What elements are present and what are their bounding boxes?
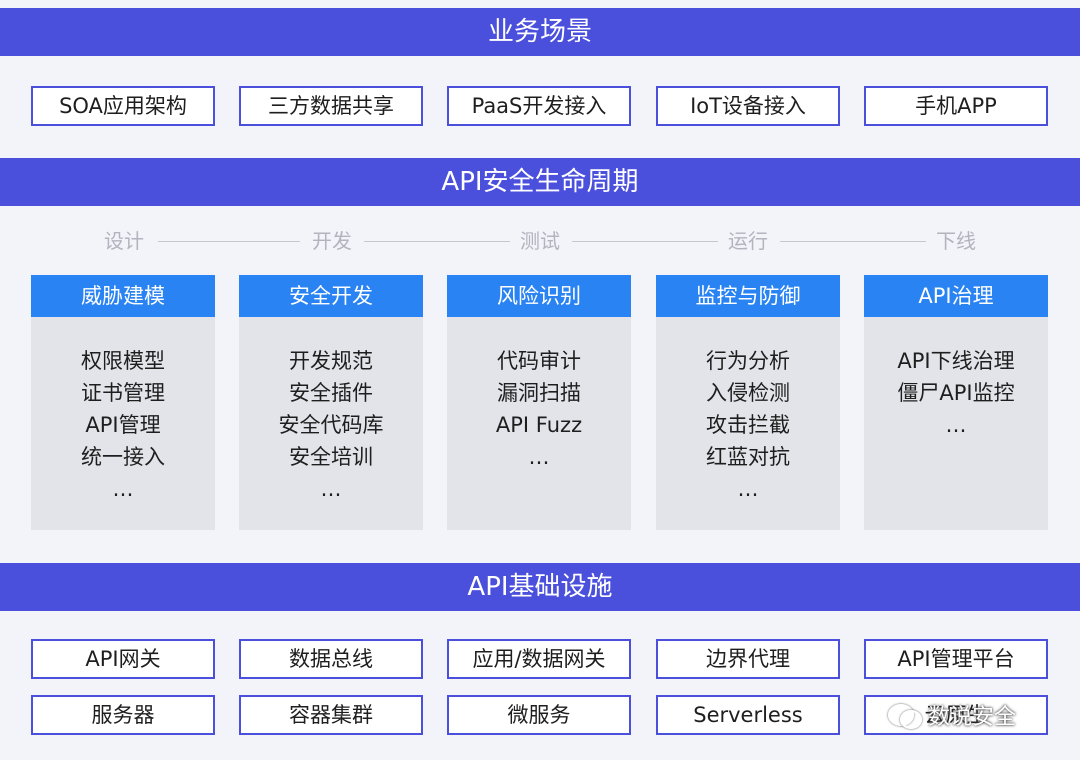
- business-scenario-box: IoT设备接入: [656, 86, 840, 126]
- column-item: 开发规范: [289, 349, 373, 373]
- stage-label: 测试: [520, 229, 560, 253]
- column-item: API下线治理: [897, 349, 1015, 373]
- column-item: 证书管理: [81, 381, 165, 405]
- stage-label: 设计: [104, 229, 144, 253]
- infrastructure-box: 容器集群: [239, 695, 423, 735]
- column-item: 僵尸API监控: [897, 381, 1015, 405]
- column-item: 漏洞扫描: [497, 381, 581, 405]
- stage-connector: [572, 241, 718, 242]
- watermark-text: 数说安全: [928, 705, 1017, 730]
- column-item: 代码审计: [497, 349, 581, 373]
- column-item: …: [320, 477, 342, 501]
- lifecycle-stage-timeline: 设计 开发 测试 运行 下线: [0, 226, 1080, 256]
- column-header: 威胁建模: [31, 275, 215, 317]
- lifecycle-column: 监控与防御 行为分析 入侵检测 攻击拦截 红蓝对抗 …: [656, 275, 840, 530]
- column-header: 安全开发: [239, 275, 423, 317]
- stage-label: 下线: [936, 229, 976, 253]
- column-item: 统一接入: [81, 445, 165, 469]
- business-scenario-box: SOA应用架构: [31, 86, 215, 126]
- infrastructure-box: 微服务: [447, 695, 631, 735]
- infrastructure-box: 数据总线: [239, 639, 423, 679]
- stage-label: 运行: [728, 229, 768, 253]
- stage-label: 开发: [312, 229, 352, 253]
- infrastructure-box: Serverless: [656, 695, 840, 735]
- lifecycle-column: 风险识别 代码审计 漏洞扫描 API Fuzz …: [447, 275, 631, 530]
- wechat-icon: [888, 702, 922, 729]
- business-scenario-box: PaaS开发接入: [447, 86, 631, 126]
- column-item: 权限模型: [81, 349, 165, 373]
- infrastructure-box: 边界代理: [656, 639, 840, 679]
- column-item: 入侵检测: [706, 381, 790, 405]
- column-item: 安全培训: [289, 445, 373, 469]
- column-header: 风险识别: [447, 275, 631, 317]
- infrastructure-box: API网关: [31, 639, 215, 679]
- column-item: 攻击拦截: [706, 413, 790, 437]
- business-scenario-box: 手机APP: [864, 86, 1048, 126]
- column-item: 红蓝对抗: [706, 445, 790, 469]
- column-header: 监控与防御: [656, 275, 840, 317]
- stage-connector: [158, 241, 300, 242]
- stage-connector: [780, 241, 926, 242]
- column-item: …: [112, 477, 134, 501]
- infrastructure-box: 服务器: [31, 695, 215, 735]
- column-item: …: [945, 413, 967, 437]
- column-item: …: [528, 445, 550, 469]
- stage-connector: [364, 241, 510, 242]
- infrastructure-box: 应用/数据网关: [447, 639, 631, 679]
- column-item: 行为分析: [706, 349, 790, 373]
- column-item: API管理: [85, 413, 161, 437]
- watermark: 数说安全: [888, 695, 1016, 735]
- column-item: …: [737, 477, 759, 501]
- lifecycle-column: API治理 API下线治理 僵尸API监控 …: [864, 275, 1048, 530]
- column-header: API治理: [864, 275, 1048, 317]
- section-banner-infrastructure: API基础设施: [0, 563, 1080, 611]
- lifecycle-column: 威胁建模 权限模型 证书管理 API管理 统一接入 …: [31, 275, 215, 530]
- business-scenario-box: 三方数据共享: [239, 86, 423, 126]
- section-banner-lifecycle: API安全生命周期: [0, 158, 1080, 206]
- lifecycle-column: 安全开发 开发规范 安全插件 安全代码库 安全培训 …: [239, 275, 423, 530]
- infrastructure-box: API管理平台: [864, 639, 1048, 679]
- column-item: 安全代码库: [278, 413, 384, 437]
- diagram-canvas: 业务场景 SOA应用架构 三方数据共享 PaaS开发接入 IoT设备接入 手机A…: [0, 0, 1080, 760]
- column-item: 安全插件: [289, 381, 373, 405]
- section-banner-business: 业务场景: [0, 8, 1080, 56]
- column-item: API Fuzz: [495, 413, 583, 437]
